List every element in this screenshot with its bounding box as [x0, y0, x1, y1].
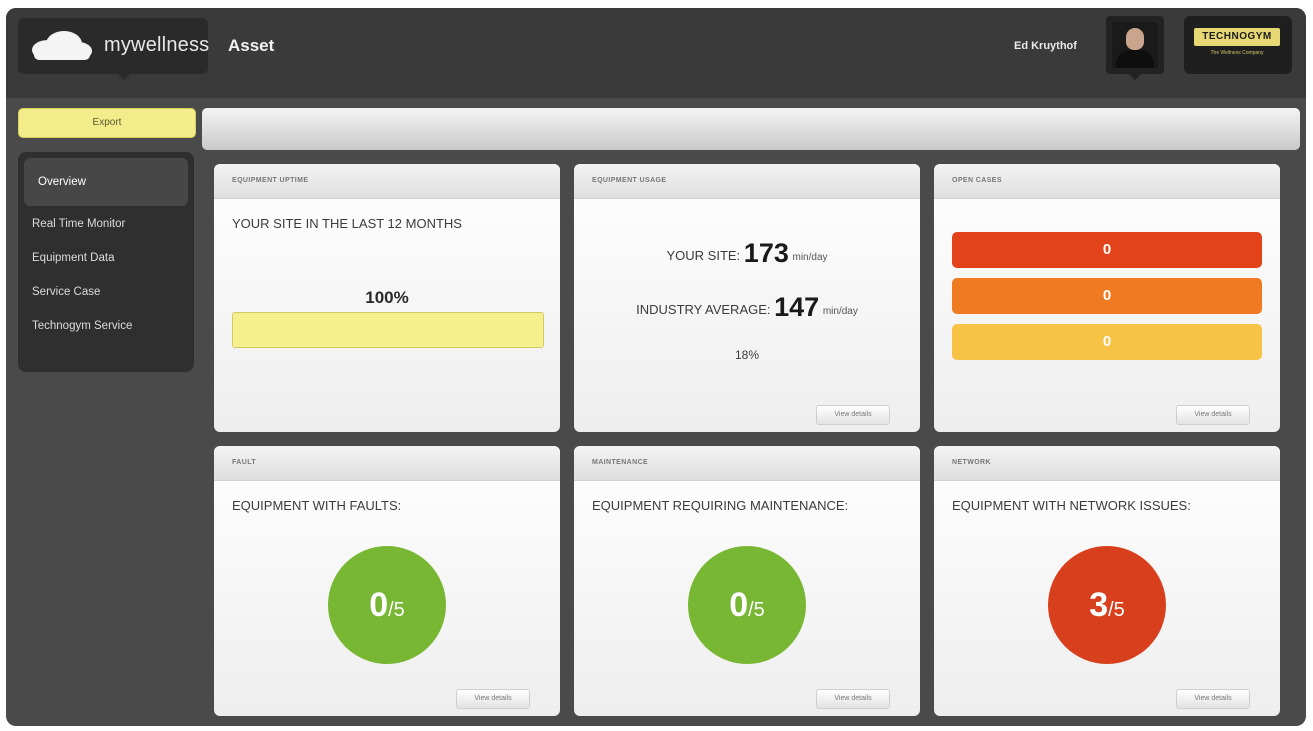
view-details-button[interactable]: View details [816, 405, 890, 425]
uptime-progress-fill [233, 313, 543, 347]
card-title: EQUIPMENT UPTIME [232, 177, 309, 184]
network-count-total: /5 [1108, 599, 1125, 621]
fault-card: FAULT EQUIPMENT WITH FAULTS: 0/5 View de… [214, 446, 560, 716]
maintenance-heading: EQUIPMENT REQUIRING MAINTENANCE: [592, 498, 849, 513]
fault-heading: EQUIPMENT WITH FAULTS: [232, 498, 402, 513]
uptime-subtitle: YOUR SITE IN THE LAST 12 MONTHS [232, 216, 462, 231]
site-usage-value: 173 [743, 238, 789, 268]
view-details-button[interactable]: View details [1176, 689, 1250, 709]
maintenance-count-circle: 0/5 [688, 546, 806, 664]
sidebar-item-technogym-service[interactable]: Technogym Service [32, 320, 132, 332]
uptime-progress-bar [232, 312, 544, 348]
uptime-percent: 100% [365, 288, 409, 307]
maintenance-count-value: 0 [729, 586, 749, 624]
export-button[interactable]: Export [18, 108, 196, 138]
industry-usage-label: INDUSTRY AVERAGE: [636, 302, 771, 317]
avatar[interactable] [1106, 16, 1164, 80]
user-photo [1112, 22, 1158, 68]
sidebar-item-service-case[interactable]: Service Case [32, 286, 100, 298]
network-count-value: 3 [1089, 586, 1109, 624]
view-details-button[interactable]: View details [816, 689, 890, 709]
site-usage: YOUR SITE: 173 min/day [574, 238, 920, 269]
maintenance-card: MAINTENANCE EQUIPMENT REQUIRING MAINTENA… [574, 446, 920, 716]
equipment-uptime-card: EQUIPMENT UPTIME YOUR SITE IN THE LAST 1… [214, 164, 560, 432]
app-frame: mywellness Asset Ed Kruythof TECHNOGYM T… [6, 8, 1306, 726]
top-bar: mywellness Asset Ed Kruythof TECHNOGYM T… [6, 8, 1306, 98]
maintenance-count-total: /5 [748, 599, 765, 621]
technogym-logo: TECHNOGYM The Wellness Company [1184, 16, 1292, 74]
view-details-button[interactable]: View details [456, 689, 530, 709]
open-cases-card: OPEN CASES 0 0 0 View details [934, 164, 1280, 432]
site-usage-label: YOUR SITE: [666, 248, 741, 263]
mywellness-logo[interactable]: mywellness [18, 18, 210, 80]
card-title: MAINTENANCE [592, 459, 649, 466]
card-title: NETWORK [952, 459, 991, 466]
industry-usage-unit: min/day [822, 306, 858, 317]
industry-usage: INDUSTRY AVERAGE: 147 min/day [574, 292, 920, 323]
user-name[interactable]: Ed Kruythof [1014, 40, 1077, 52]
industry-usage-value: 147 [774, 292, 820, 322]
fault-count-value: 0 [369, 586, 389, 624]
sidebar: Overview Real Time Monitor Equipment Dat… [18, 152, 194, 372]
open-cases-low-bar[interactable]: 0 [952, 324, 1262, 360]
cloud-icon [32, 31, 92, 60]
equipment-usage-card: EQUIPMENT USAGE YOUR SITE: 173 min/day I… [574, 164, 920, 432]
usage-difference: 18% [734, 348, 760, 362]
sidebar-item-equipment-data[interactable]: Equipment Data [32, 252, 114, 264]
network-card: NETWORK EQUIPMENT WITH NETWORK ISSUES: 3… [934, 446, 1280, 716]
toolbar [202, 108, 1300, 150]
fault-count-total: /5 [388, 599, 405, 621]
site-usage-unit: min/day [792, 252, 828, 263]
fault-count-circle: 0/5 [328, 546, 446, 664]
card-title: FAULT [232, 459, 257, 466]
brand-name: mywellness [104, 34, 210, 56]
sidebar-item-overview[interactable]: Overview [24, 158, 188, 206]
page-title: Asset [228, 36, 275, 55]
open-cases-medium-bar[interactable]: 0 [952, 278, 1262, 314]
network-count-circle: 3/5 [1048, 546, 1166, 664]
open-cases-high-bar[interactable]: 0 [952, 232, 1262, 268]
card-title: OPEN CASES [952, 177, 1002, 184]
view-details-button[interactable]: View details [1176, 405, 1250, 425]
card-title: EQUIPMENT USAGE [592, 177, 667, 184]
network-heading: EQUIPMENT WITH NETWORK ISSUES: [952, 498, 1191, 513]
sidebar-item-real-time-monitor[interactable]: Real Time Monitor [32, 218, 125, 230]
